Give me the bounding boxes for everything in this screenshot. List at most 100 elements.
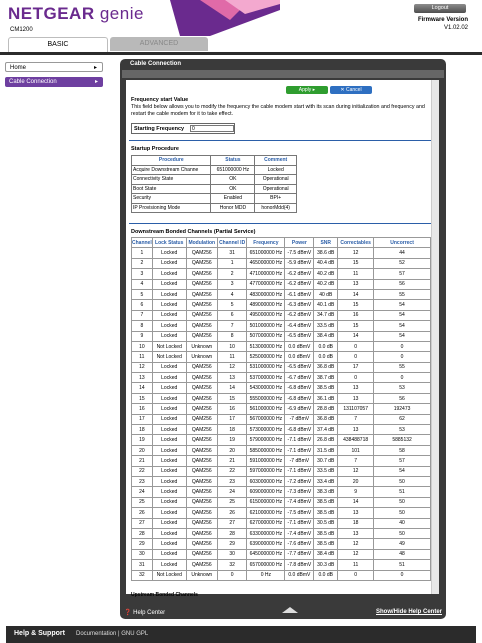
table-cell: 2 bbox=[131, 257, 153, 270]
table-cell: Boot State bbox=[130, 183, 212, 194]
table-cell: 489000000 Hz bbox=[246, 299, 286, 311]
table-cell: 10 bbox=[216, 340, 248, 353]
table-cell: -7.5 dBmV bbox=[284, 247, 315, 259]
table-cell: 14 bbox=[337, 330, 375, 342]
table-row: 24 Locked QAM256 24 609000000 Hz -7.3 dBmV 38.… bbox=[131, 486, 431, 498]
logout-button[interactable]: Logout bbox=[414, 4, 466, 13]
table-cell: 13 bbox=[131, 372, 153, 384]
footer-links[interactable]: Documentation | GNU GPL bbox=[76, 631, 148, 637]
table-cell: 5 bbox=[216, 299, 248, 311]
table-header: Channel bbox=[131, 236, 153, 249]
close-icon: ✕ bbox=[340, 87, 345, 93]
table-cell: Locked bbox=[151, 496, 187, 509]
table-row: 10 Not Locked Unknown 10 513000000 Hz 0.0 dBm… bbox=[131, 340, 431, 353]
content-scrollbar[interactable] bbox=[431, 80, 439, 594]
table-cell: Not Locked bbox=[151, 351, 187, 363]
table-cell: 585000000 Hz bbox=[246, 444, 286, 457]
table-header: Channel ID bbox=[216, 236, 248, 249]
table-cell: 40.1 dB bbox=[313, 299, 339, 311]
table-cell: 639000000 Hz bbox=[246, 538, 286, 550]
table-row: Connectivity State OK Operational bbox=[130, 174, 297, 185]
table-cell: Operational bbox=[254, 174, 297, 185]
table-row: Boot State OK Operational bbox=[130, 183, 297, 194]
table-cell: -6.2 dBmV bbox=[284, 278, 315, 290]
table-cell: 14 bbox=[337, 496, 375, 509]
table-cell: QAM256 bbox=[185, 548, 218, 561]
downstream-title: Downstream Bonded Channels (Partial Serv… bbox=[131, 229, 256, 235]
table-cell: 0 bbox=[373, 569, 431, 581]
table-cell: Locked bbox=[151, 413, 187, 426]
table-cell: 651000000 Hz bbox=[246, 247, 286, 259]
table-cell: 56 bbox=[373, 392, 431, 405]
frequency-section-title: Frequency start Value bbox=[131, 97, 189, 103]
table-row: IP Provisioning Mode Honor MDD honorMdd(… bbox=[130, 202, 297, 213]
table-row: 12 Locked QAM256 12 531000000 Hz -6.5 dBmV 36.… bbox=[131, 361, 431, 374]
table-cell: 21 bbox=[216, 455, 248, 467]
table-cell: 57 bbox=[373, 268, 431, 280]
table-cell: 53 bbox=[373, 382, 431, 394]
table-cell: honorMdd(4) bbox=[254, 202, 297, 213]
table-cell: 17 bbox=[337, 361, 375, 374]
table-cell: 15 bbox=[337, 299, 375, 311]
table-cell: 62 bbox=[373, 413, 431, 426]
table-cell: QAM256 bbox=[185, 434, 218, 446]
table-cell: -6.7 dBmV bbox=[284, 372, 315, 384]
table-cell: 27 bbox=[216, 517, 248, 529]
table-cell: Locked bbox=[151, 372, 187, 384]
table-cell: 40.4 dB bbox=[313, 257, 339, 270]
table-cell: 12 bbox=[131, 361, 153, 374]
table-cell: 38.6 dB bbox=[313, 247, 339, 259]
table-row: 8 Locked QAM256 7 501000000 Hz -6.4 dBmV 33.5 … bbox=[131, 320, 431, 332]
table-row: 17 Locked QAM256 17 567000000 Hz -7 dBmV 36.8 … bbox=[131, 413, 431, 426]
table-cell: QAM256 bbox=[185, 507, 218, 519]
table-cell: Locked bbox=[151, 330, 187, 342]
sidebar-item-cable-connection[interactable]: Cable Connection ▸ bbox=[5, 77, 103, 87]
table-cell: 603000000 Hz bbox=[246, 475, 286, 488]
table-row: Security Enabled BPI+ bbox=[130, 193, 297, 204]
table-cell: Locked bbox=[151, 538, 187, 550]
collapse-arrow-icon[interactable] bbox=[282, 607, 298, 613]
netgear-genie-logo: NETGEAR genie bbox=[8, 4, 144, 24]
table-cell: -6.5 dBmV bbox=[284, 361, 315, 374]
table-cell: Acquire Downstream Channe bbox=[130, 164, 212, 175]
table-cell: -7.8 dBmV bbox=[284, 559, 315, 571]
tab-basic[interactable]: BASIC bbox=[8, 37, 108, 52]
table-header: Comment bbox=[254, 155, 297, 166]
table-cell: 15 bbox=[131, 392, 153, 405]
table-cell: 7 bbox=[337, 455, 375, 467]
panel-title-bar bbox=[122, 70, 444, 78]
table-cell: 0 bbox=[337, 569, 375, 581]
firmware-version-label: Firmware Version bbox=[417, 17, 468, 23]
show-hide-help-link[interactable]: Show/Hide Help Center bbox=[376, 609, 442, 615]
table-cell: 38.5 dB bbox=[313, 496, 339, 509]
table-cell: 3 bbox=[131, 268, 153, 280]
table-cell: 471000000 Hz bbox=[246, 268, 286, 280]
table-header: SNR bbox=[313, 236, 339, 249]
table-cell: Locked bbox=[151, 507, 187, 519]
starting-frequency-input[interactable] bbox=[190, 125, 234, 132]
table-row: 21 Locked QAM256 21 591000000 Hz -7 dBmV 30.7 … bbox=[131, 455, 431, 467]
table-cell: -6.2 dBmV bbox=[284, 268, 315, 280]
table-cell: 525000000 Hz bbox=[246, 351, 286, 363]
table-cell: Locked bbox=[151, 361, 187, 374]
apply-button[interactable]: Apply ▸ bbox=[286, 86, 328, 94]
table-cell: -7.3 dBmV bbox=[284, 486, 315, 498]
table-cell: 50 bbox=[373, 507, 431, 519]
table-cell: Locked bbox=[151, 548, 187, 561]
sidebar-item-home[interactable]: Home ▸ bbox=[5, 62, 103, 72]
table-cell: Locked bbox=[151, 486, 187, 498]
table-cell: QAM256 bbox=[185, 278, 218, 290]
tab-advanced[interactable]: ADVANCED bbox=[110, 37, 208, 51]
help-support-label: Help & Support bbox=[14, 630, 65, 637]
table-cell: 28.8 dB bbox=[313, 403, 339, 415]
table-row: 25 Locked QAM256 25 615000000 Hz -7.4 dBmV 38.… bbox=[131, 496, 431, 509]
table-cell: 597000000 Hz bbox=[246, 465, 286, 478]
help-center-link[interactable]: ❓ Help Center bbox=[124, 609, 165, 616]
table-header: Status bbox=[210, 155, 256, 166]
cancel-button[interactable]: ✕ Cancel bbox=[330, 86, 372, 94]
table-row: 20 Locked QAM256 20 585000000 Hz -7.1 dBmV 31.… bbox=[131, 444, 431, 457]
table-cell: -6.1 dBmV bbox=[284, 288, 315, 301]
table-cell: Honor MDD bbox=[210, 202, 256, 213]
table-cell: -7.1 dBmV bbox=[284, 444, 315, 457]
table-cell: 51 bbox=[373, 559, 431, 571]
